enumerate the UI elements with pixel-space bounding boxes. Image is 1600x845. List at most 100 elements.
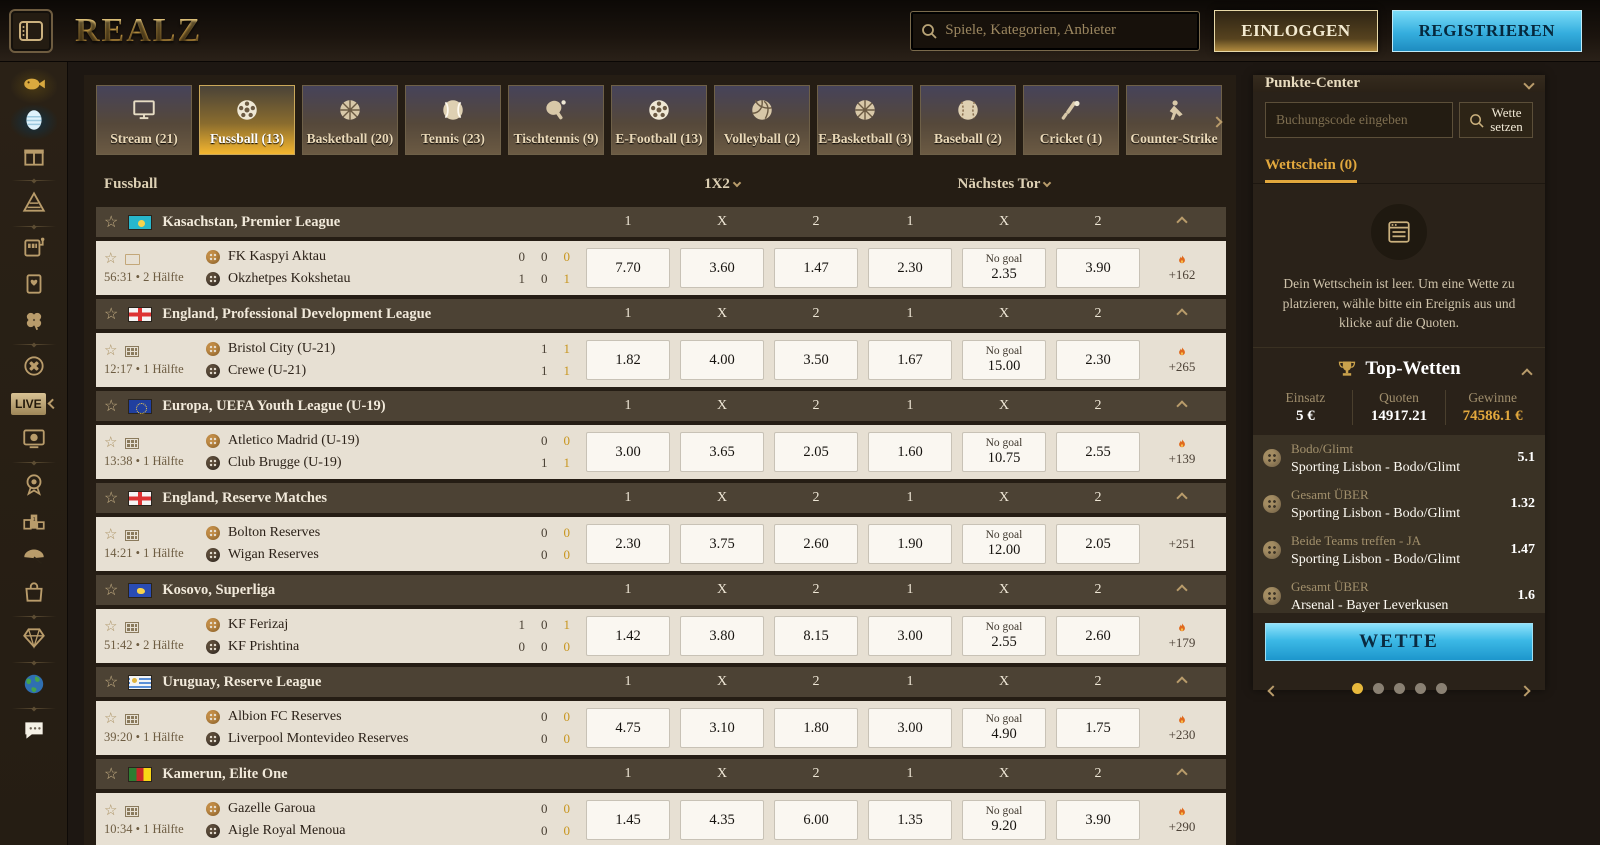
odds-button[interactable]: 2.05 <box>1056 524 1140 564</box>
odds-button[interactable]: 2.30 <box>586 524 670 564</box>
odds-button[interactable]: 2.60 <box>1056 616 1140 656</box>
sidebar-item-pyramid[interactable] <box>11 187 57 221</box>
tab-tischtennis-9[interactable]: Tischtennis (9) <box>508 85 604 155</box>
league-header[interactable]: ☆ England, Reserve Matches1X21X2 <box>96 483 1226 513</box>
tab-e-basketball-3[interactable]: E-Basketball (3) <box>817 85 913 155</box>
boost-badge[interactable]: +251 <box>1150 536 1214 552</box>
top-bet-item[interactable]: Beide Teams treffen - JA Sporting Lisbon… <box>1253 527 1545 573</box>
menu-toggle-button[interactable] <box>9 9 53 53</box>
odds-button[interactable]: 1.90 <box>868 524 952 564</box>
market-dropdown-1x2[interactable]: 1X2 <box>586 176 858 193</box>
odds-button[interactable]: 3.10 <box>680 708 764 748</box>
odds-button[interactable]: 1.45 <box>586 800 670 840</box>
sidebar-item-playing-card[interactable] <box>11 269 57 303</box>
odds-button[interactable]: No goal4.90 <box>962 708 1046 748</box>
points-center-header[interactable]: Punkte-Center <box>1253 75 1545 92</box>
odds-button[interactable]: 2.55 <box>1056 432 1140 472</box>
odds-button[interactable]: 2.60 <box>774 524 858 564</box>
collapse-league-button[interactable] <box>1150 218 1214 226</box>
sidebar-item-bandage-ball[interactable] <box>11 351 57 385</box>
top-bets-header[interactable]: Top-Wetten <box>1253 347 1545 386</box>
league-header[interactable]: ☆ Kosovo, Superliga1X21X2 <box>96 575 1226 605</box>
favorite-star-icon[interactable]: ☆ <box>104 528 117 543</box>
collapse-league-button[interactable] <box>1150 402 1214 410</box>
odds-button[interactable]: No goal15.00 <box>962 340 1046 380</box>
top-bet-item[interactable]: Gesamt ÜBER Arsenal - Bayer Leverkusen 1… <box>1253 573 1545 613</box>
tab-e-football-13[interactable]: E-Football (13) <box>611 85 707 155</box>
brand-logo[interactable]: REALZ <box>75 12 202 50</box>
odds-button[interactable]: 3.50 <box>774 340 858 380</box>
collapse-league-button[interactable] <box>1150 586 1214 594</box>
odds-button[interactable]: No goal9.20 <box>962 800 1046 840</box>
odds-button[interactable]: 8.15 <box>774 616 858 656</box>
league-header[interactable]: ☆ Europa, UEFA Youth League (U-19)1X21X2 <box>96 391 1226 421</box>
odds-button[interactable]: No goal2.35 <box>962 248 1046 288</box>
odds-button[interactable]: 1.75 <box>1056 708 1140 748</box>
sidebar-item-shopping-bag[interactable] <box>11 577 57 611</box>
odds-button[interactable]: 1.47 <box>774 248 858 288</box>
odds-button[interactable]: 3.65 <box>680 432 764 472</box>
match-row[interactable]: ☆ 12:17 • 1 Hälfte Bristol City (U-21) C… <box>96 333 1226 387</box>
odds-button[interactable]: 6.00 <box>774 800 858 840</box>
odds-button[interactable]: No goal10.75 <box>962 432 1046 472</box>
favorite-star-icon[interactable]: ☆ <box>104 252 117 267</box>
odds-button[interactable]: 1.82 <box>586 340 670 380</box>
league-header[interactable]: ☆ England, Professional Development Leag… <box>96 299 1226 329</box>
favorite-star-icon[interactable]: ☆ <box>104 712 117 727</box>
sidebar-item-tv-sport[interactable] <box>11 423 57 457</box>
odds-button[interactable]: 3.80 <box>680 616 764 656</box>
boost-badge[interactable]: +290 <box>1150 805 1214 835</box>
match-row[interactable]: ☆ 56:31 • 2 Hälfte FK Kaspyi Aktau Okzhe… <box>96 241 1226 295</box>
odds-button[interactable]: 3.00 <box>868 616 952 656</box>
boost-badge[interactable]: +265 <box>1150 345 1214 375</box>
pager-dot[interactable] <box>1394 683 1405 694</box>
pager-dot[interactable] <box>1415 683 1426 694</box>
favorite-star-icon[interactable]: ☆ <box>104 764 118 784</box>
collapse-league-button[interactable] <box>1150 678 1214 686</box>
pager-dot[interactable] <box>1436 683 1447 694</box>
odds-button[interactable]: 3.00 <box>586 432 670 472</box>
pager-dot[interactable] <box>1352 683 1363 694</box>
favorite-star-icon[interactable]: ☆ <box>104 304 118 324</box>
sidebar-item-live[interactable]: LIVE <box>11 387 57 421</box>
favorite-star-icon[interactable]: ☆ <box>104 804 117 819</box>
top-bet-item[interactable]: Bodo/Glimt Sporting Lisbon - Bodo/Glimt … <box>1253 435 1545 481</box>
favorite-star-icon[interactable]: ☆ <box>104 436 117 451</box>
odds-button[interactable]: 3.00 <box>868 708 952 748</box>
favorite-star-icon[interactable]: ☆ <box>104 212 118 232</box>
pager-next-button[interactable] <box>1519 685 1530 696</box>
sidebar-item-goldfish[interactable] <box>11 69 57 103</box>
booking-code-input[interactable] <box>1265 102 1453 138</box>
sidebar-item-globe[interactable] <box>11 669 57 703</box>
odds-button[interactable]: 1.67 <box>868 340 952 380</box>
boost-badge[interactable]: +179 <box>1150 621 1214 651</box>
odds-button[interactable]: 4.00 <box>680 340 764 380</box>
sidebar-item-egg[interactable] <box>11 105 57 139</box>
tab-baseball-2[interactable]: Baseball (2) <box>920 85 1016 155</box>
tab-basketball-20[interactable]: Basketball (20) <box>302 85 398 155</box>
market-dropdown-next-goal[interactable]: Nächstes Tor <box>868 176 1140 193</box>
tab-fussball-13[interactable]: Fussball (13) <box>199 85 295 155</box>
place-bet-button[interactable]: WETTE <box>1265 623 1533 661</box>
sidebar-item-fortune-cookie[interactable] <box>11 541 57 575</box>
collapse-league-button[interactable] <box>1150 494 1214 502</box>
favorite-star-icon[interactable]: ☆ <box>104 620 117 635</box>
league-header[interactable]: ☆ Kamerun, Elite One1X21X2 <box>96 759 1226 789</box>
tab-volleyball-2[interactable]: Volleyball (2) <box>714 85 810 155</box>
match-row[interactable]: ☆ 13:38 • 1 Hälfte Atletico Madrid (U-19… <box>96 425 1226 479</box>
register-button[interactable]: REGISTRIEREN <box>1392 10 1582 52</box>
match-row[interactable]: ☆ 14:21 • 1 Hälfte Bolton Reserves Wigan… <box>96 517 1226 571</box>
odds-button[interactable]: No goal12.00 <box>962 524 1046 564</box>
odds-button[interactable]: 1.60 <box>868 432 952 472</box>
sidebar-item-clover[interactable] <box>11 305 57 339</box>
match-row[interactable]: ☆ 39:20 • 1 Hälfte Albion FC Reserves Li… <box>96 701 1226 755</box>
tab-stream-21[interactable]: Stream (21) <box>96 85 192 155</box>
sidebar-item-diamond[interactable] <box>11 623 57 657</box>
odds-button[interactable]: 1.80 <box>774 708 858 748</box>
league-header[interactable]: ☆ Kasachstan, Premier League1X21X2 <box>96 207 1226 237</box>
odds-button[interactable]: 4.75 <box>586 708 670 748</box>
odds-button[interactable]: 3.60 <box>680 248 764 288</box>
boost-badge[interactable]: +230 <box>1150 713 1214 743</box>
odds-button[interactable]: 7.70 <box>586 248 670 288</box>
odds-button[interactable]: 2.30 <box>868 248 952 288</box>
